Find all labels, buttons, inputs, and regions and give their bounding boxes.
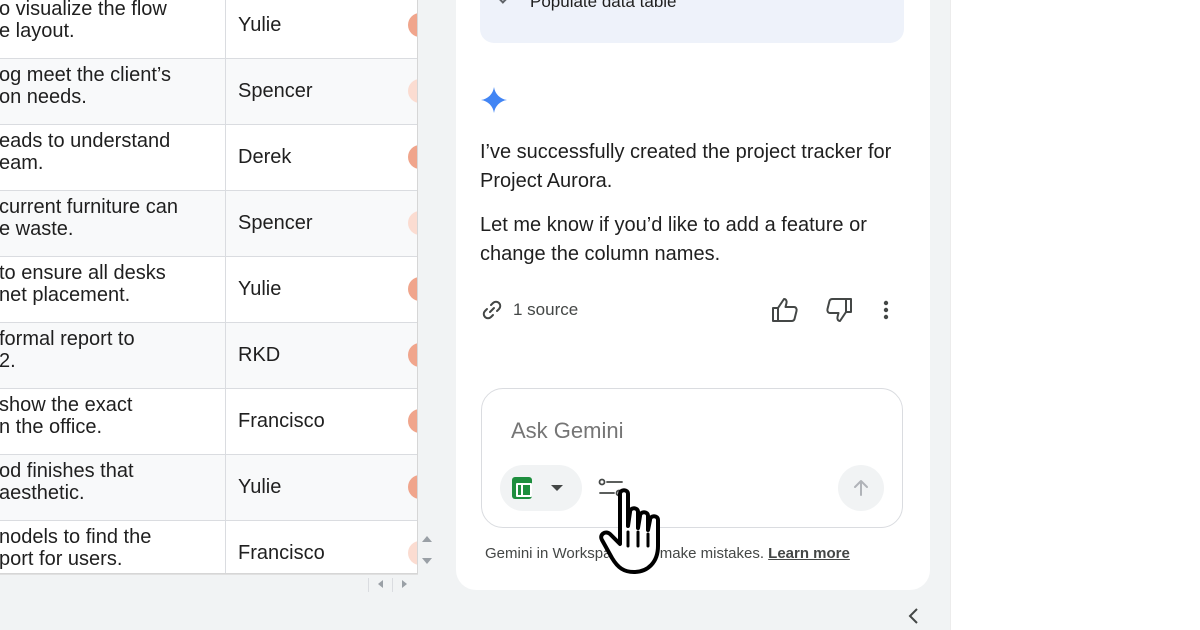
source-count[interactable]: 1 source	[513, 300, 578, 320]
task-cell[interactable]: eads to understand eam.	[0, 125, 226, 190]
status-chip[interactable]	[408, 211, 417, 235]
owner-cell[interactable]: Yulie	[238, 455, 281, 520]
task-text: eads to understand	[0, 130, 171, 152]
sources-link[interactable]: 1 source	[480, 296, 578, 324]
status-chip[interactable]	[408, 79, 417, 103]
ask-gemini-input[interactable]: Ask Gemini	[481, 388, 903, 528]
scroll-right-icon[interactable]	[402, 580, 407, 588]
gemini-spark-icon	[481, 87, 507, 113]
task-cell[interactable]: formal report to 2.	[0, 323, 226, 388]
table-row[interactable]: nodels to find the port for users. Francis…	[0, 521, 417, 573]
gemini-panel: Populate data table ⌃ I’ve successfully …	[456, 0, 930, 590]
task-text-line2: aesthetic.	[0, 482, 85, 504]
scroll-left-icon[interactable]	[378, 580, 383, 588]
send-button[interactable]	[838, 465, 884, 511]
table-row[interactable]: og meet the client’s on needs. Spencer	[0, 59, 417, 125]
task-text-line2: eam.	[0, 152, 44, 174]
task-text-wrap: eads to understand eam.	[0, 130, 225, 174]
bottom-bar	[0, 594, 950, 630]
link-icon	[482, 300, 502, 320]
task-cell[interactable]: current furniture can e waste.	[0, 191, 226, 256]
step-card[interactable]: Populate data table ⌃	[480, 0, 904, 43]
task-text-wrap: current furniture can e waste.	[0, 196, 225, 240]
status-chip[interactable]	[408, 277, 417, 301]
owner-cell[interactable]: Francisco	[238, 389, 325, 454]
task-text-wrap: o visualize the flow e layout.	[0, 0, 225, 42]
task-text-line2: n the office.	[0, 416, 103, 438]
status-chip[interactable]	[408, 13, 417, 37]
thumb-down-icon[interactable]	[824, 296, 854, 324]
spreadsheet-area: o visualize the flow e layout. Yulie og mee…	[0, 0, 436, 594]
scroll-up-icon[interactable]	[422, 536, 432, 542]
task-text: og meet the client’s	[0, 64, 171, 86]
task-text: od finishes that	[0, 460, 134, 482]
table-row[interactable]: o visualize the flow e layout. Yulie	[0, 0, 417, 59]
task-text: current furniture can	[0, 196, 178, 218]
task-text-line2: net placement.	[0, 284, 131, 306]
owner-cell[interactable]: Spencer	[238, 59, 313, 124]
hand-pointer-cursor	[599, 488, 660, 574]
thumb-up-icon[interactable]	[770, 296, 800, 324]
learn-more-link[interactable]: Learn more	[768, 545, 850, 562]
task-text-wrap: to ensure all desks net placement.	[0, 262, 225, 306]
task-text: nodels to find the	[0, 526, 152, 548]
table-row[interactable]: show the exact n the office. Francisco	[0, 389, 417, 455]
task-cell[interactable]: to ensure all desks net placement.	[0, 257, 226, 322]
status-chip[interactable]	[408, 475, 417, 499]
task-cell[interactable]: nodels to find the port for users.	[0, 521, 226, 573]
caret-down-icon	[551, 485, 563, 491]
response-message: Let me know if you’d like to add a featu…	[480, 214, 867, 265]
horizontal-scrollbar[interactable]	[0, 574, 418, 594]
chevron-left-icon[interactable]	[906, 606, 922, 626]
task-text-line2: 2.	[0, 350, 16, 372]
task-text: o visualize the flow	[0, 0, 167, 20]
task-text: show the exact	[0, 394, 133, 416]
owner-cell[interactable]: Yulie	[238, 257, 281, 322]
status-chip[interactable]	[408, 343, 417, 367]
table-row[interactable]: od finishes that aesthetic. Yulie	[0, 455, 417, 521]
task-text-wrap: nodels to find the port for users.	[0, 526, 225, 570]
table-row[interactable]: to ensure all desks net placement. Yulie	[0, 257, 417, 323]
owner-cell[interactable]: RKD	[238, 323, 280, 388]
scroll-down-icon[interactable]	[422, 558, 432, 564]
task-text-wrap: show the exact n the office.	[0, 394, 225, 438]
scroll-divider	[368, 578, 369, 592]
task-cell[interactable]: show the exact n the office.	[0, 389, 226, 454]
page-background	[950, 0, 1200, 630]
owner-cell[interactable]: Spencer	[238, 191, 313, 256]
file-selector-chip[interactable]	[500, 465, 582, 511]
task-text-line2: port for users.	[0, 548, 123, 570]
input-placeholder[interactable]: Ask Gemini	[511, 418, 623, 444]
status-chip[interactable]	[408, 541, 417, 565]
table-row[interactable]: formal report to 2. RKD	[0, 323, 417, 389]
task-text: to ensure all desks	[0, 262, 166, 284]
scroll-divider	[392, 578, 393, 592]
owner-cell[interactable]: Yulie	[238, 0, 281, 58]
send-arrow-icon	[854, 480, 868, 496]
task-text-line2: e waste.	[0, 218, 74, 240]
expand-icon[interactable]: ⌃	[864, 0, 878, 10]
google-sheets-icon	[512, 477, 532, 499]
owner-cell[interactable]: Francisco	[238, 521, 325, 573]
status-chip[interactable]	[408, 409, 417, 433]
table-row[interactable]: eads to understand eam. Derek	[0, 125, 417, 191]
more-vert-icon[interactable]	[876, 296, 906, 324]
vertical-scrollbar[interactable]	[418, 530, 436, 574]
step-label: Populate data table	[530, 0, 677, 11]
status-chip[interactable]	[408, 145, 417, 169]
task-text-wrap: od finishes that aesthetic.	[0, 460, 225, 504]
task-text-wrap: og meet the client’s on needs.	[0, 64, 225, 108]
response-message: I’ve successfully created the project tr…	[480, 141, 892, 192]
task-text-line2: on needs.	[0, 86, 87, 108]
task-text-line2: e layout.	[0, 20, 75, 42]
task-cell[interactable]: od finishes that aesthetic.	[0, 455, 226, 520]
sheet-grid: o visualize the flow e layout. Yulie og mee…	[0, 0, 418, 574]
table-row[interactable]: current furniture can e waste. Spencer	[0, 191, 417, 257]
task-text: formal report to	[0, 328, 135, 350]
owner-cell[interactable]: Derek	[238, 125, 291, 190]
task-cell[interactable]: og meet the client’s on needs.	[0, 59, 226, 124]
task-text-wrap: formal report to 2.	[0, 328, 225, 372]
task-cell[interactable]: o visualize the flow e layout.	[0, 0, 226, 58]
check-icon	[497, 0, 513, 4]
